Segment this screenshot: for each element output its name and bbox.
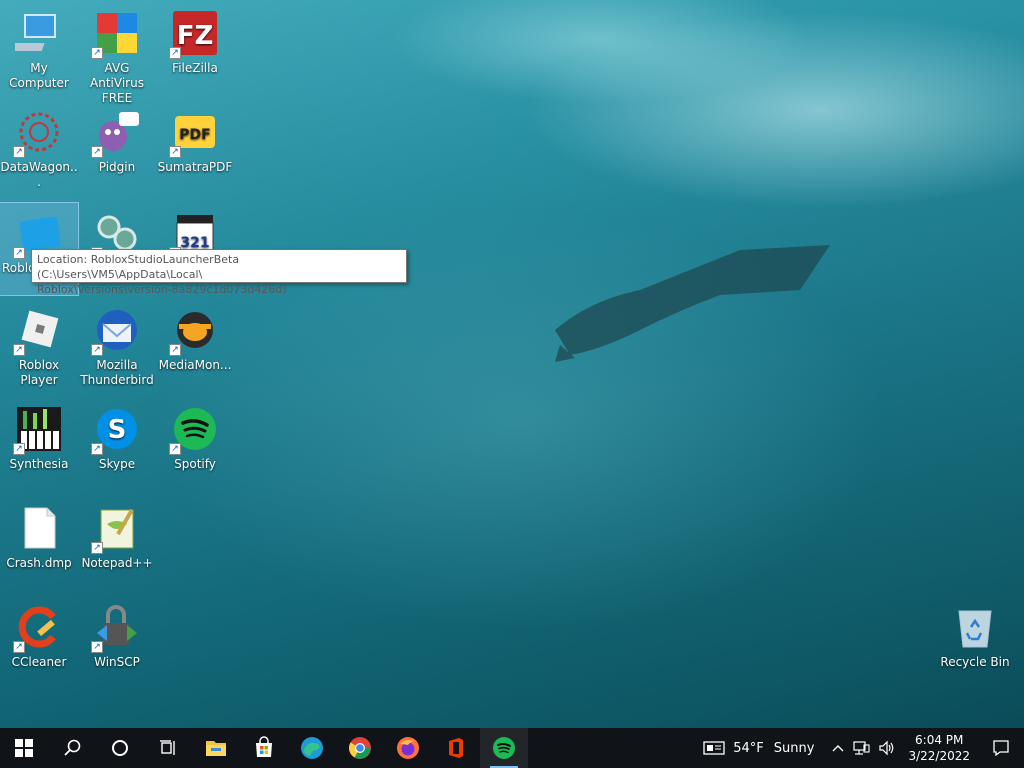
desktop-icon-notepadpp[interactable]: ↗ Notepad++ (78, 498, 156, 590)
shortcut-arrow-icon: ↗ (13, 247, 25, 259)
clock[interactable]: 6:04 PM 3/22/2022 (900, 728, 978, 768)
desktop-icon-roblox-player[interactable]: ↗ Roblox Player (0, 300, 78, 392)
network-button[interactable] (848, 728, 874, 768)
system-tray: 54°F Sunny 6:04 PM 3/22/2022 (699, 728, 1024, 768)
action-center-button[interactable] (978, 728, 1024, 768)
datawagon-icon: ↗ (13, 108, 63, 158)
desktop-icon-sumatrapdf[interactable]: PDF ↗ SumatraPDF (156, 102, 234, 194)
recycle-bin-icon (951, 603, 999, 651)
shortcut-arrow-icon: ↗ (91, 443, 103, 455)
shortcut-arrow-icon: ↗ (13, 146, 25, 158)
edge-icon (301, 737, 323, 759)
desktop-icon-ccleaner[interactable]: ↗ CCleaner (0, 597, 78, 689)
taskbar-office[interactable] (432, 728, 480, 768)
shortcut-arrow-icon: ↗ (91, 146, 103, 158)
spotify-icon: ↗ (169, 405, 219, 455)
shortcut-arrow-icon: ↗ (169, 47, 181, 59)
winscp-icon: ↗ (91, 603, 141, 653)
folder-icon (206, 741, 226, 756)
desktop-icon-my-computer[interactable]: My Computer (0, 3, 78, 95)
synthesia-icon: ↗ (13, 405, 63, 455)
chevron-up-icon (832, 745, 844, 752)
document-icon (15, 504, 63, 552)
shortcut-arrow-icon: ↗ (169, 443, 181, 455)
location-tooltip: Location: RobloxStudioLauncherBeta (C:\U… (31, 249, 407, 296)
notification-icon (993, 740, 1009, 757)
start-button[interactable] (0, 728, 48, 768)
show-hidden-icons-button[interactable] (828, 728, 848, 768)
desktop-icon-thunderbird[interactable]: ↗ Mozilla Thunderbird (78, 300, 156, 392)
desktop-icon-skype[interactable]: S ↗ Skype (78, 399, 156, 491)
shortcut-arrow-icon: ↗ (169, 146, 181, 158)
weather-condition: Sunny (773, 740, 815, 756)
news-weather-icon (703, 741, 725, 755)
volume-button[interactable] (874, 728, 900, 768)
desktop-icon-pidgin[interactable]: ↗ Pidgin (78, 102, 156, 194)
svg-text:FZ: FZ (177, 21, 214, 51)
filezilla-icon: FZ ↗ (169, 9, 219, 59)
skype-icon: S ↗ (91, 405, 141, 455)
desktop-icon-synthesia[interactable]: ↗ Synthesia (0, 399, 78, 491)
office-icon (449, 738, 463, 758)
search-icon (64, 739, 81, 756)
task-view-button[interactable] (144, 728, 192, 768)
taskbar-edge[interactable] (288, 728, 336, 768)
notepadpp-icon: ↗ (91, 504, 141, 554)
shortcut-arrow-icon: ↗ (91, 641, 103, 653)
shortcut-arrow-icon: ↗ (91, 47, 103, 59)
shortcut-arrow-icon: ↗ (13, 443, 25, 455)
sumatrapdf-icon: PDF ↗ (169, 108, 219, 158)
avg-antivirus-icon: ↗ (91, 9, 141, 59)
shortcut-arrow-icon: ↗ (13, 641, 25, 653)
desktop-icon-filezilla[interactable]: FZ ↗ FileZilla (156, 3, 234, 95)
network-icon (853, 741, 871, 755)
shortcut-arrow-icon: ↗ (91, 542, 103, 554)
task-view-icon (160, 740, 175, 755)
svg-text:PDF: PDF (179, 127, 210, 143)
mediamonkey-icon: ↗ (169, 306, 219, 356)
taskbar-microsoft-store[interactable] (240, 728, 288, 768)
desktop-icon-winscp[interactable]: ↗ WinSCP (78, 597, 156, 689)
firefox-icon (397, 737, 419, 759)
desktop-icon-crash-dmp[interactable]: Crash.dmp (0, 498, 78, 590)
shortcut-arrow-icon: ↗ (13, 344, 25, 356)
clock-date: 3/22/2022 (908, 749, 970, 763)
cortana-icon (112, 740, 128, 756)
speaker-icon (879, 740, 894, 756)
weather-temperature: 54°F (733, 740, 764, 756)
svg-text:S: S (108, 415, 127, 445)
desktop-icon-recycle-bin[interactable]: Recycle Bin (936, 597, 1014, 689)
ccleaner-icon: ↗ (13, 603, 63, 653)
desktop-icon-datawagon[interactable]: ↗ DataWagon... (0, 102, 78, 194)
desktop-icon-mediamonkey[interactable]: ↗ MediaMon... (156, 300, 234, 392)
taskbar-file-explorer[interactable] (192, 728, 240, 768)
shortcut-arrow-icon: ↗ (169, 344, 181, 356)
search-button[interactable] (48, 728, 96, 768)
computer-icon (5, 9, 63, 57)
roblox-player-icon: ↗ (13, 306, 63, 356)
taskbar-spotify[interactable] (480, 728, 528, 768)
pidgin-icon: ↗ (91, 108, 141, 158)
thunderbird-icon: ↗ (91, 306, 141, 356)
taskbar: 54°F Sunny 6:04 PM 3/22/2022 (0, 728, 1024, 768)
weather-widget[interactable]: 54°F Sunny (699, 728, 828, 768)
chrome-icon (349, 737, 371, 759)
shortcut-arrow-icon: ↗ (91, 344, 103, 356)
taskbar-chrome[interactable] (336, 728, 384, 768)
windows-logo-icon (15, 739, 33, 757)
taskbar-firefox[interactable] (384, 728, 432, 768)
tooltip-line-1: Location: RobloxStudioLauncherBeta (C:\U… (37, 253, 240, 281)
tooltip-line-2: Roblox\Versions\version-8a829c1d073d426d… (37, 283, 287, 296)
desktop-icon-avg-antivirus[interactable]: ↗ AVG AntiVirus FREE (78, 3, 156, 105)
clock-time: 6:04 PM (915, 733, 964, 747)
cortana-button[interactable] (96, 728, 144, 768)
spotify-icon (493, 737, 515, 759)
store-icon (256, 736, 272, 757)
desktop-icon-spotify[interactable]: ↗ Spotify (156, 399, 234, 491)
